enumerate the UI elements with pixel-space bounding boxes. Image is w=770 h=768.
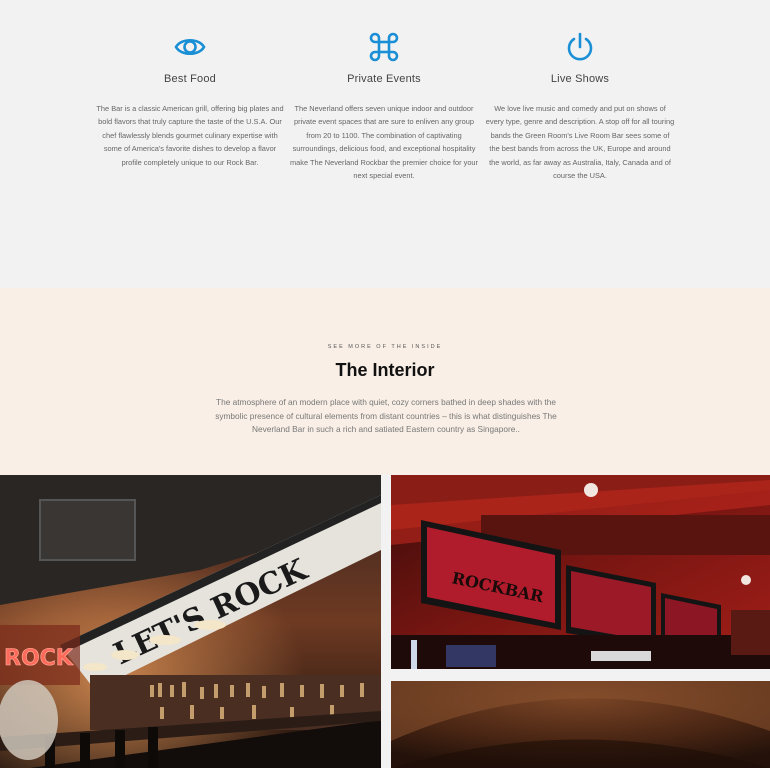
feature-title: Live Shows	[550, 73, 610, 85]
neon-sign-text: ROCK	[4, 646, 74, 671]
feature-description: The Neverland offers seven unique indoor…	[290, 104, 478, 181]
power-icon	[567, 32, 593, 61]
feature-description: The Bar is a classic American grill, off…	[96, 104, 284, 167]
feature-title: Best Food	[164, 73, 216, 85]
command-icon	[369, 32, 399, 62]
feature-description: We love live music and comedy and put on…	[485, 104, 675, 181]
features-section: Best Food The Bar is a classic American …	[0, 0, 770, 288]
gallery-photo-lounge[interactable]	[391, 681, 770, 768]
interior-section: SEE MORE OF THE INSIDE The Interior The …	[0, 288, 770, 475]
section-title: The Interior	[335, 360, 435, 380]
section-description: The atmosphere of an modern place with q…	[215, 397, 557, 434]
gallery-photo-bar-counter[interactable]: LET'S ROCK ROCK	[0, 475, 381, 768]
gallery-photo-screens[interactable]: ROCKBAR	[391, 475, 770, 669]
eye-icon	[174, 38, 206, 56]
section-kicker: SEE MORE OF THE INSIDE	[327, 344, 443, 350]
feature-title: Private Events	[347, 73, 421, 85]
